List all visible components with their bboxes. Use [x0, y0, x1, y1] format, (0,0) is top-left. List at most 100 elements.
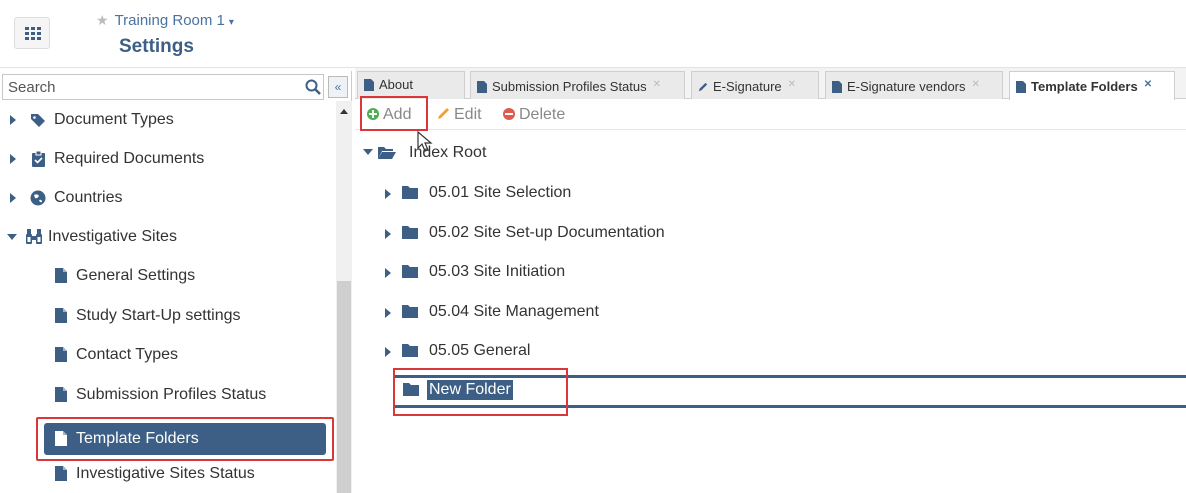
- tag-icon: [31, 114, 45, 127]
- file-icon: [477, 81, 487, 93]
- tree-node-folder[interactable]: 05.03 Site Initiation: [385, 259, 785, 285]
- scroll-thumb[interactable]: [337, 281, 351, 493]
- sidebar-scrollbar[interactable]: [336, 101, 352, 493]
- expand-arrow-icon[interactable]: [10, 115, 16, 125]
- tree-node-label: Index Root: [409, 144, 487, 161]
- tree-item-label: Investigative Sites Status: [76, 465, 255, 482]
- tree-item-label: General Settings: [76, 267, 196, 284]
- folder-icon: [402, 344, 418, 357]
- minus-circle-icon: [503, 108, 515, 120]
- collapse-arrow-icon[interactable]: [363, 149, 373, 155]
- tab-label: Submission Profiles Status: [492, 79, 647, 94]
- file-icon: [55, 268, 67, 283]
- tab-bar: About Submission Profiles Status ✕ E-Sign…: [355, 68, 1186, 100]
- tab-submission-profiles-status[interactable]: Submission Profiles Status ✕: [470, 71, 685, 99]
- folder-toolbar: Add Edit Delete: [355, 100, 1186, 130]
- room-selector[interactable]: ★ Training Room 1 ▾: [96, 12, 234, 32]
- expand-arrow-icon[interactable]: [385, 347, 391, 357]
- folder-open-icon: [378, 147, 396, 159]
- edit-button[interactable]: Edit: [437, 106, 482, 124]
- file-icon: [55, 308, 67, 323]
- star-icon[interactable]: ★: [96, 12, 109, 28]
- file-icon: [55, 466, 67, 481]
- tab-about[interactable]: About: [357, 71, 465, 99]
- tree-node-folder[interactable]: 05.05 General: [385, 338, 785, 364]
- tree-node-label: 05.04 Site Management: [429, 303, 599, 320]
- chevron-down-icon: ▾: [228, 17, 234, 28]
- pencil-icon: [438, 108, 449, 119]
- binoculars-icon: [26, 229, 42, 244]
- file-icon: [1016, 81, 1026, 93]
- tree-item-general-settings[interactable]: General Settings: [0, 259, 336, 293]
- tree-item-label: Investigative Sites: [48, 228, 177, 245]
- search-input[interactable]: [2, 74, 324, 100]
- tree-item-investigative-sites[interactable]: Investigative Sites: [0, 220, 336, 254]
- tree-item-required-documents[interactable]: Required Documents: [0, 142, 336, 176]
- tab-e-signature-vendors[interactable]: E-Signature vendors ✕: [825, 71, 1003, 99]
- edit-label: Edit: [454, 106, 482, 123]
- tree-item-contact-types[interactable]: Contact Types: [0, 338, 336, 372]
- delete-label: Delete: [519, 106, 566, 123]
- highlight-outline: [36, 417, 334, 461]
- folder-icon: [402, 186, 418, 199]
- tree-node-index-root[interactable]: Index Root: [363, 140, 563, 166]
- tree-item-countries[interactable]: Countries: [0, 181, 336, 215]
- tree-node-label: 05.02 Site Set-up Documentation: [429, 224, 665, 241]
- settings-tree: Document Types Required Documents Countr…: [0, 101, 336, 493]
- folder-icon: [402, 226, 418, 239]
- close-icon[interactable]: ✕: [972, 79, 980, 90]
- tree-node-label: 05.01 Site Selection: [429, 184, 572, 201]
- settings-sidebar: « Document Types Required Documents Coun…: [0, 71, 352, 493]
- expand-arrow-icon[interactable]: [385, 189, 391, 199]
- tree-item-label: Required Documents: [54, 150, 205, 167]
- expand-arrow-icon[interactable]: [385, 268, 391, 278]
- app-header: ★ Training Room 1 ▾ Settings: [0, 0, 1186, 68]
- tree-node-label: 05.03 Site Initiation: [429, 263, 566, 280]
- file-icon: [832, 81, 842, 93]
- file-icon: [364, 79, 374, 91]
- tab-template-folders[interactable]: Template Folders ✕: [1009, 71, 1175, 100]
- tab-label: About: [379, 77, 413, 92]
- scroll-up-arrow-icon[interactable]: [340, 109, 348, 114]
- tab-label: E-Signature: [713, 79, 782, 94]
- tab-label: Template Folders: [1031, 79, 1138, 94]
- highlight-outline: [393, 368, 568, 416]
- expand-arrow-icon[interactable]: [385, 229, 391, 239]
- delete-button[interactable]: Delete: [503, 106, 565, 124]
- tree-item-label: Contact Types: [76, 346, 178, 363]
- collapse-sidebar-button[interactable]: «: [328, 76, 348, 98]
- page-title: Settings: [119, 36, 194, 57]
- folder-icon: [402, 265, 418, 278]
- search-bar: «: [0, 74, 352, 100]
- expand-arrow-icon[interactable]: [10, 193, 16, 203]
- file-icon: [55, 347, 67, 362]
- clipboard-icon: [32, 151, 45, 167]
- tree-node-folder[interactable]: 05.04 Site Management: [385, 299, 785, 325]
- tree-node-folder[interactable]: 05.01 Site Selection: [385, 180, 785, 206]
- tree-item-label: Document Types: [54, 111, 174, 128]
- tree-node-folder[interactable]: 05.02 Site Set-up Documentation: [385, 220, 785, 246]
- folder-icon: [402, 305, 418, 318]
- tab-e-signature[interactable]: E-Signature ✕: [691, 71, 819, 99]
- close-icon[interactable]: ✕: [1144, 79, 1152, 90]
- tree-item-label: Submission Profiles Status: [76, 386, 267, 403]
- collapse-arrow-icon[interactable]: [7, 234, 17, 240]
- tree-item-document-types[interactable]: Document Types: [0, 103, 336, 137]
- tree-item-submission-profiles-status[interactable]: Submission Profiles Status: [0, 378, 336, 412]
- close-icon[interactable]: ✕: [653, 79, 661, 90]
- tree-item-investigative-sites-status[interactable]: Investigative Sites Status: [0, 457, 336, 491]
- close-icon[interactable]: ✕: [788, 79, 796, 90]
- globe-icon: [30, 190, 46, 206]
- room-name: Training Room 1: [114, 12, 225, 29]
- tree-item-label: Countries: [54, 189, 123, 206]
- search-icon[interactable]: [304, 78, 322, 96]
- grid-icon: [25, 27, 41, 40]
- expand-arrow-icon[interactable]: [385, 308, 391, 318]
- expand-arrow-icon[interactable]: [10, 154, 16, 164]
- tree-node-label: 05.05 General: [429, 342, 531, 359]
- pen-icon: [698, 82, 708, 92]
- file-icon: [55, 387, 67, 402]
- apps-menu-button[interactable]: [14, 17, 50, 49]
- main-panel: About Submission Profiles Status ✕ E-Sign…: [355, 68, 1186, 493]
- tree-item-study-start-up-settings[interactable]: Study Start-Up settings: [0, 299, 336, 333]
